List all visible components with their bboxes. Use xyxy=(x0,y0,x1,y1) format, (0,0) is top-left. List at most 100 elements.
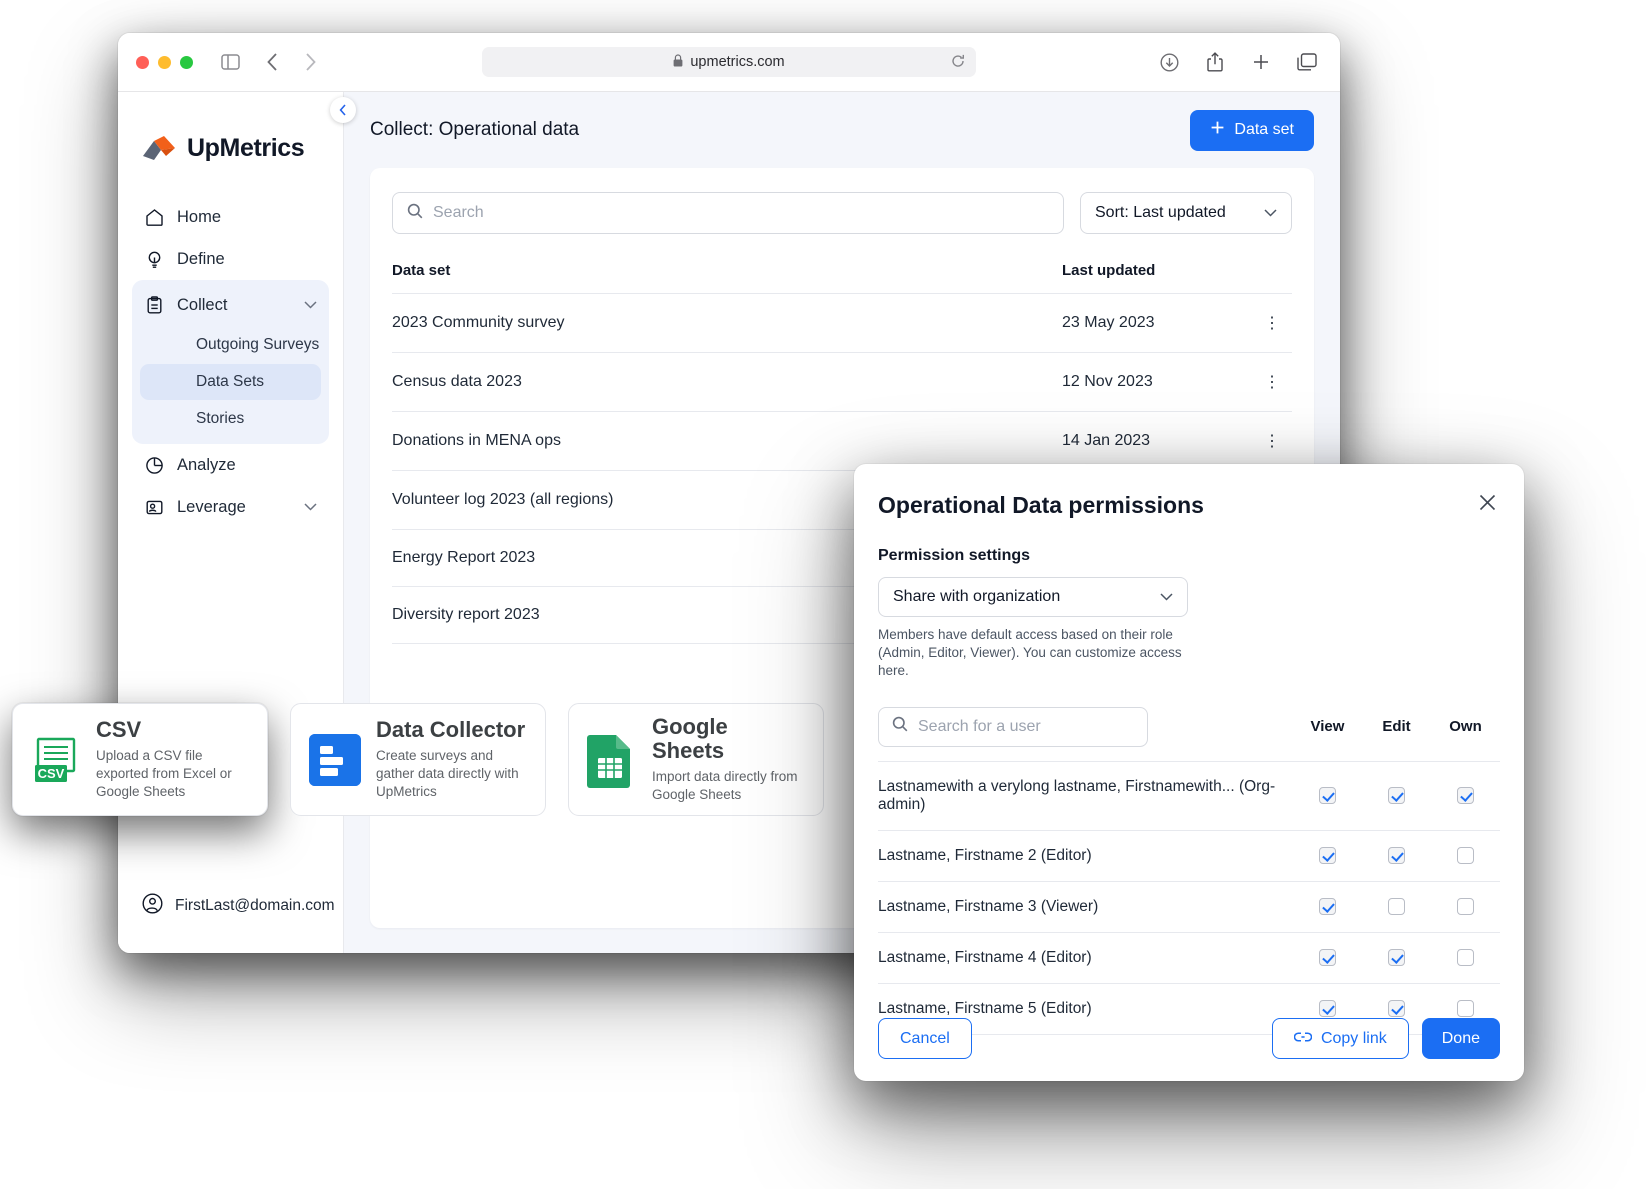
edit-checkbox-cell xyxy=(1362,761,1431,830)
permission-user-name: Lastnamewith a verylong lastname, Firstn… xyxy=(878,761,1293,830)
source-card-title: Google Sheets xyxy=(652,715,805,763)
source-card-data-collector[interactable]: Data Collector Create surveys and gather… xyxy=(290,703,546,816)
permissions-modal: Operational Data permissions Permission … xyxy=(854,464,1524,1081)
own-checkbox-cell xyxy=(1431,881,1500,932)
browser-toolbar-right xyxy=(1154,47,1322,77)
page-title: Collect: Operational data xyxy=(370,119,579,141)
add-data-set-label: Data set xyxy=(1234,121,1294,139)
user-search-row: Search for a user View Edit Own xyxy=(878,707,1500,747)
minimize-window-button[interactable] xyxy=(158,56,171,69)
own-checkbox[interactable] xyxy=(1457,898,1474,915)
own-checkbox[interactable] xyxy=(1457,1000,1474,1017)
table-row[interactable]: Donations in MENA ops 14 Jan 2023 ⋮ xyxy=(392,412,1292,471)
view-checkbox[interactable] xyxy=(1319,898,1336,915)
source-card-title: CSV xyxy=(96,718,249,742)
svg-text:CSV: CSV xyxy=(38,766,65,781)
user-search-input[interactable]: Search for a user xyxy=(878,707,1148,747)
own-checkbox[interactable] xyxy=(1457,847,1474,864)
sidebar-item-outgoing-surveys[interactable]: Outgoing Surveys xyxy=(140,327,321,363)
address-bar[interactable]: upmetrics.com xyxy=(482,47,976,77)
data-set-name: Donations in MENA ops xyxy=(392,412,1062,471)
column-header-actions xyxy=(1252,252,1292,294)
kebab-menu-icon[interactable]: ⋮ xyxy=(1252,412,1292,471)
view-checkbox[interactable] xyxy=(1319,949,1336,966)
chevron-down-icon[interactable] xyxy=(304,500,317,514)
own-checkbox[interactable] xyxy=(1457,787,1474,804)
view-checkbox[interactable] xyxy=(1319,787,1336,804)
download-icon[interactable] xyxy=(1154,47,1184,77)
cancel-button[interactable]: Cancel xyxy=(878,1018,972,1059)
maximize-window-button[interactable] xyxy=(180,56,193,69)
share-icon[interactable] xyxy=(1200,47,1230,77)
done-button[interactable]: Done xyxy=(1422,1018,1500,1059)
reload-icon[interactable] xyxy=(951,54,965,71)
permission-scope-dropdown[interactable]: Share with organization xyxy=(878,577,1188,617)
tab-overview-icon[interactable] xyxy=(1292,47,1322,77)
kebab-menu-icon[interactable]: ⋮ xyxy=(1252,353,1292,412)
sidebar-item-home[interactable]: Home xyxy=(132,196,329,238)
forward-icon[interactable] xyxy=(295,47,325,77)
browser-nav[interactable] xyxy=(257,47,325,77)
sidebar-collapse-button[interactable] xyxy=(330,97,356,123)
done-label: Done xyxy=(1442,1030,1480,1048)
sidebar-item-data-sets[interactable]: Data Sets xyxy=(140,364,321,400)
brand-logo[interactable]: UpMetrics xyxy=(118,122,343,174)
sidebar-item-leverage[interactable]: Leverage xyxy=(132,486,329,528)
modal-footer: Cancel Copy link Done xyxy=(878,1018,1500,1059)
sidebar-item-label: Analyze xyxy=(177,456,236,475)
sidebar-item-collect[interactable]: Collect xyxy=(132,284,329,326)
edit-checkbox[interactable] xyxy=(1388,898,1405,915)
data-collector-icon xyxy=(309,734,361,786)
copy-link-button[interactable]: Copy link xyxy=(1272,1018,1409,1059)
home-icon xyxy=(144,207,164,227)
lightbulb-icon xyxy=(144,249,164,269)
screenshot-root: upmetrics.com xyxy=(0,0,1651,1189)
view-checkbox[interactable] xyxy=(1319,847,1336,864)
own-checkbox[interactable] xyxy=(1457,949,1474,966)
table-row[interactable]: 2023 Community survey 23 May 2023 ⋮ xyxy=(392,294,1292,353)
sidebar-subitem-label: Data Sets xyxy=(196,373,264,391)
edit-checkbox[interactable] xyxy=(1388,787,1405,804)
edit-checkbox[interactable] xyxy=(1388,1000,1405,1017)
table-row[interactable]: Census data 2023 12 Nov 2023 ⋮ xyxy=(392,353,1292,412)
permissions-table: Lastnamewith a verylong lastname, Firstn… xyxy=(878,761,1500,1035)
source-card-csv[interactable]: CSV CSV Upload a CSV file exported from … xyxy=(12,703,268,816)
new-tab-icon[interactable] xyxy=(1246,47,1276,77)
sidebar-item-analyze[interactable]: Analyze xyxy=(132,444,329,486)
window-controls[interactable] xyxy=(136,56,193,69)
sidebar-toggle-icon[interactable] xyxy=(215,47,245,77)
add-data-set-button[interactable]: Data set xyxy=(1190,110,1314,151)
table-header-row: Data set Last updated xyxy=(392,252,1292,294)
permission-row: Lastname, Firstname 4 (Editor) xyxy=(878,932,1500,983)
close-window-button[interactable] xyxy=(136,56,149,69)
source-card-subtitle: Import data directly from Google Sheets xyxy=(652,768,805,804)
source-card-title: Data Collector xyxy=(376,718,527,742)
search-icon xyxy=(407,203,423,224)
permission-helper-text: Members have default access based on the… xyxy=(878,626,1198,681)
sidebar-item-label: Home xyxy=(177,208,221,227)
edit-checkbox[interactable] xyxy=(1388,949,1405,966)
data-set-updated: 12 Nov 2023 xyxy=(1062,353,1252,412)
view-checkbox[interactable] xyxy=(1319,1000,1336,1017)
permission-row: Lastname, Firstname 3 (Viewer) xyxy=(878,881,1500,932)
back-icon[interactable] xyxy=(257,47,287,77)
sort-label: Sort: Last updated xyxy=(1095,204,1226,222)
chevron-down-icon[interactable] xyxy=(304,298,317,312)
permission-scope-value: Share with organization xyxy=(893,588,1060,606)
column-header-edit: Edit xyxy=(1362,718,1431,735)
sidebar-user[interactable]: FirstLast@domain.com xyxy=(142,893,335,919)
search-input[interactable]: Search xyxy=(392,192,1064,234)
browser-titlebar: upmetrics.com xyxy=(118,33,1340,92)
sort-dropdown[interactable]: Sort: Last updated xyxy=(1080,192,1292,234)
sidebar-item-stories[interactable]: Stories xyxy=(140,401,321,437)
close-icon[interactable] xyxy=(1475,492,1500,517)
edit-checkbox[interactable] xyxy=(1388,847,1405,864)
source-card-subtitle: Create surveys and gather data directly … xyxy=(376,747,527,802)
kebab-menu-icon[interactable]: ⋮ xyxy=(1252,294,1292,353)
cancel-label: Cancel xyxy=(900,1030,950,1048)
own-checkbox-cell xyxy=(1431,761,1500,830)
permission-row: Lastnamewith a verylong lastname, Firstn… xyxy=(878,761,1500,830)
sidebar-item-define[interactable]: Define xyxy=(132,238,329,280)
view-checkbox-cell xyxy=(1293,932,1362,983)
source-card-google-sheets[interactable]: Google Sheets Import data directly from … xyxy=(568,703,824,816)
